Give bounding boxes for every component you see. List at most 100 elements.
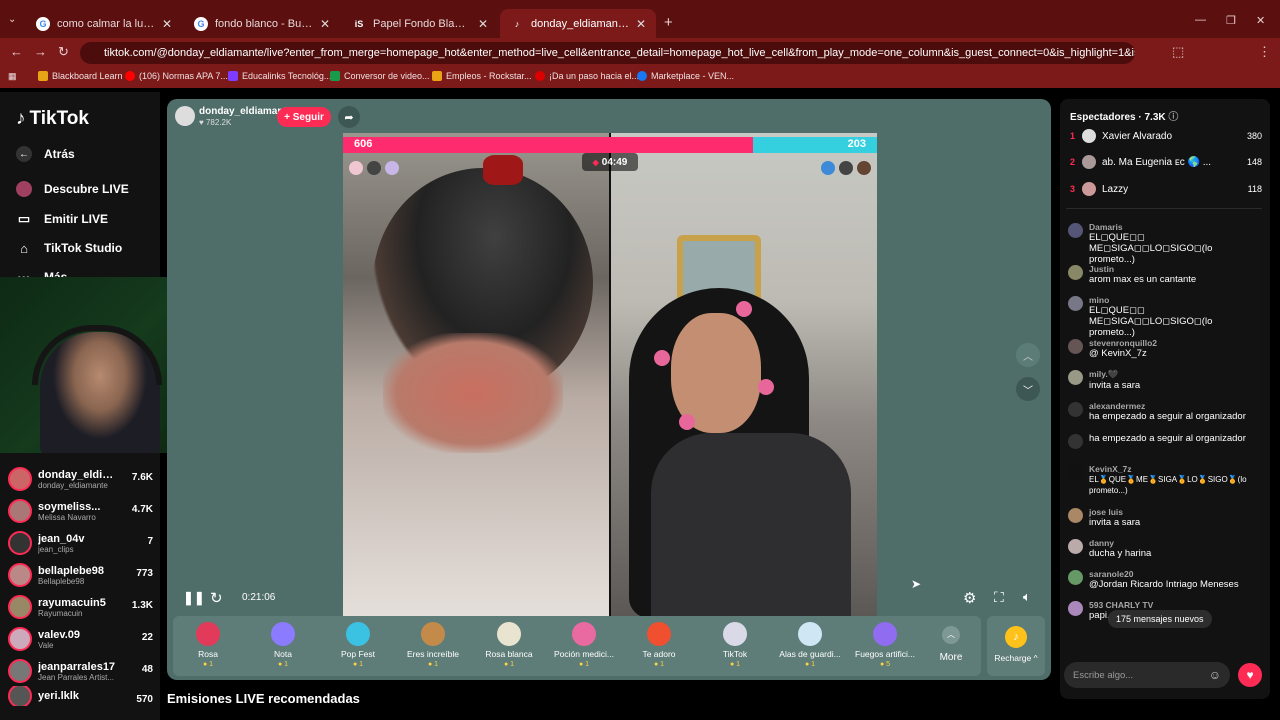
bookmark-marketplace[interactable]: Marketplace - VEN... <box>637 71 734 81</box>
new-messages-pill[interactable]: 175 mensajes nuevos <box>1108 610 1212 628</box>
browser-tab-4[interactable]: ♪ donday_eldiamante (@don ✕ <box>500 9 656 38</box>
minimize-icon[interactable]: — <box>1195 14 1206 26</box>
recharge-button[interactable]: ♪ Recharge ^ <box>987 616 1045 676</box>
heart-sticker-image <box>654 350 670 366</box>
menu-icon[interactable]: ⋮ <box>1258 44 1271 60</box>
sidebar-discover-live[interactable]: Descubre LIVE <box>16 181 129 197</box>
creator-item[interactable]: donday_eldia... donday_eldiamante 7.6K <box>8 464 153 494</box>
home-icon: ⌂ <box>20 240 28 256</box>
forward-icon[interactable]: → <box>34 44 47 59</box>
reload-icon[interactable]: ↻ <box>58 44 69 60</box>
host-avatar[interactable] <box>175 106 195 126</box>
restore-icon[interactable]: ❐ <box>1226 14 1236 27</box>
rose-icon <box>196 622 220 646</box>
heart-sticker-image <box>758 379 774 395</box>
close-icon[interactable]: ✕ <box>636 17 646 31</box>
bookmark-empleos[interactable]: Empleos - Rockstar... <box>432 71 532 81</box>
creator-item[interactable]: valev.09 Vale 22 <box>8 624 153 654</box>
gift-tiktok[interactable]: TikTok ● 1 <box>700 618 770 668</box>
creator-item[interactable]: soymeliss... Melissa Navarro 4.7K <box>8 496 153 526</box>
creator-item[interactable]: bellaplebe98 Bellaplebe98 773 <box>8 560 153 590</box>
scroll-down-button[interactable]: ﹀ <box>1016 377 1040 401</box>
bookmark-blackboard[interactable]: Blackboard Learn <box>38 71 123 81</box>
fullscreen-icon[interactable]: ⛶ <box>994 589 1004 606</box>
man-face-image <box>383 333 563 453</box>
avatar <box>1068 539 1083 554</box>
avatar <box>367 161 381 175</box>
gift-pop-fest[interactable]: Pop Fest ● 1 <box>323 618 393 668</box>
sidebar-go-live[interactable]: ▭ Emitir LIVE <box>16 211 108 227</box>
avatar <box>1068 465 1083 480</box>
battle-video[interactable]: 606 203 ◆ 04:49 <box>343 133 877 616</box>
live-icon <box>16 181 32 197</box>
avatar <box>1068 508 1083 523</box>
headset-image <box>32 325 162 385</box>
refresh-icon[interactable]: ↻ <box>210 589 223 607</box>
info-icon[interactable]: ⓘ <box>1168 112 1178 123</box>
google-icon: G <box>194 16 208 31</box>
score-left: 606 <box>354 138 373 150</box>
gift-fuegos[interactable]: Fuegos artifici... ● 5 <box>850 618 920 668</box>
top-viewer[interactable]: 1 Xavier Alvarado 380 <box>1070 129 1262 143</box>
creator-item[interactable]: jeanparrales17 Jean Parrales Artist... 48 <box>8 656 153 686</box>
gift-more-button[interactable]: ︿ More <box>930 626 972 663</box>
avatar <box>8 531 32 555</box>
volume-icon[interactable]: 🔈︎ <box>1023 589 1031 605</box>
sidebar-back[interactable]: ← Atrás <box>16 146 75 162</box>
avatar <box>1082 155 1096 169</box>
chat-message: Justin arom max es un cantante <box>1068 264 1258 285</box>
close-icon[interactable]: ✕ <box>162 17 172 31</box>
follow-button[interactable]: + Seguir <box>277 107 331 127</box>
browser-tab-2[interactable]: G fondo blanco - Buscar con Goo ✕ <box>184 9 340 38</box>
gift-alas[interactable]: Alas de guardi... ● 1 <box>775 618 845 668</box>
avatar <box>8 595 32 619</box>
creator-item[interactable]: rayumacuin5 Rayumacuin 1.3K <box>8 592 153 622</box>
gift-rosa-blanca[interactable]: Rosa blanca ● 1 <box>474 618 544 668</box>
creator-item[interactable]: jean_04v jean_clips 7 <box>8 528 153 558</box>
supporter-avatars-left <box>349 161 399 175</box>
top-viewer[interactable]: 2 ab. Ma Eugenia ᴇᴄ 🌎 ... 148 <box>1070 155 1262 169</box>
chat-message: Damaris EL◻QUE◻◻ ME◻SIGA◻◻LO◻SIGO◻(lo pro… <box>1068 222 1258 265</box>
apps-icon[interactable]: ▦ <box>8 71 17 82</box>
gift-nota[interactable]: Nota ● 1 <box>248 618 318 668</box>
url-field[interactable]: tiktok.com/@donday_eldiamante/live?enter… <box>80 42 1135 64</box>
gift-heart-button[interactable]: ♥ <box>1238 663 1262 687</box>
emoji-icon[interactable]: ☺ <box>1209 668 1221 682</box>
bookmark-normas-apa[interactable]: (106) Normas APA 7... <box>125 71 228 81</box>
viewers-title: Espectadores · 7.3K ⓘ <box>1070 112 1179 123</box>
new-tab-button[interactable]: + <box>664 14 673 31</box>
tiktok-logo[interactable]: ♪ TikTok <box>16 108 89 130</box>
tab-search-icon[interactable]: ⌄ <box>8 14 16 25</box>
avatar <box>839 161 853 175</box>
scroll-up-button[interactable]: ︿ <box>1016 343 1040 367</box>
avatar <box>857 161 871 175</box>
browser-tab-3[interactable]: iS Papel Fondo Blanco - Banco de ✕ <box>342 9 498 38</box>
pause-icon[interactable]: ❚❚ <box>183 590 205 606</box>
camera-icon: ▭ <box>17 211 31 226</box>
gift-te-adoro[interactable]: Te adoro ● 1 <box>624 618 694 668</box>
back-icon[interactable]: ← <box>10 44 23 59</box>
bookmarks-bar: ▦ Blackboard Learn (106) Normas APA 7...… <box>0 66 1280 88</box>
close-icon[interactable]: ✕ <box>478 17 488 31</box>
avatar <box>1068 570 1083 585</box>
avatar <box>8 686 32 706</box>
bookmark-educalinks[interactable]: Educalinks Tecnológ... <box>228 71 331 81</box>
close-icon[interactable]: ✕ <box>320 17 330 31</box>
top-viewer[interactable]: 3 Lazzy 118 <box>1070 182 1262 196</box>
browser-tab-1[interactable]: G como calmar la luna de mi pen ✕ <box>26 9 182 38</box>
sidebar-studio[interactable]: ⌂ TikTok Studio <box>16 240 122 256</box>
bookmark-conversor[interactable]: Conversor de video... <box>330 71 430 81</box>
recommended-heading: Emisiones LIVE recomendadas <box>167 691 360 705</box>
creator-item[interactable]: yeri.lklk 570 <box>8 686 153 706</box>
avatar <box>1068 265 1083 280</box>
chat-input[interactable]: Escribe algo... ☺ <box>1064 662 1230 688</box>
gift-rosa[interactable]: Rosa ● 1 <box>173 618 243 668</box>
gift-eres-increible[interactable]: Eres increíble ● 1 <box>398 618 468 668</box>
tab-title: fondo blanco - Buscar con Goo <box>215 17 313 30</box>
extensions-icon[interactable]: ⬚ <box>1172 44 1184 60</box>
settings-icon[interactable]: ⚙ <box>963 589 976 607</box>
window-close-icon[interactable]: ✕ <box>1256 14 1265 27</box>
gift-pocion[interactable]: Poción medici... ● 1 <box>549 618 619 668</box>
bookmark-da-un-paso[interactable]: ¡Da un paso hacia el... <box>535 71 639 81</box>
share-icon[interactable]: ➦ <box>338 106 360 128</box>
